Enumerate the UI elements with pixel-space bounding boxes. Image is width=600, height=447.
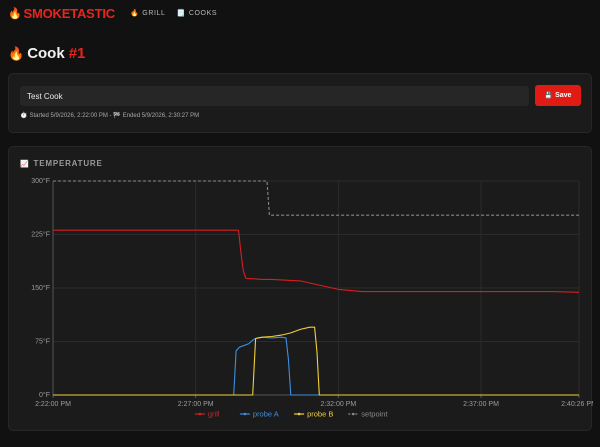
legend-label: probe A [253,410,279,419]
brand-logo[interactable]: 🔥 SMOKETASTIC [8,6,115,21]
legend-marker [352,412,355,416]
nav-cooks[interactable]: 🗒️ COOKS [176,9,218,18]
nav-grill-label: GRILL [142,9,166,17]
save-button[interactable]: 💾 Save [535,85,581,106]
x-tick-label: 2:37:00 PM [463,401,499,408]
cook-details-card: 💾 Save ⏱️ Started 5/9/2026, 2:22:00 PM -… [8,73,592,133]
ended-text: Ended 5/9/2026, 2:30:27 PM [122,112,200,119]
flame-icon: 🔥 [8,7,22,20]
clock-icon: ⏱️ [20,113,28,119]
legend-marker [198,412,202,416]
y-tick-label: 300°F [31,177,50,185]
nav-cooks-label: COOKS [188,9,218,17]
cook-number: #1 [68,45,86,62]
started-text: Started 5/9/2026, 2:22:00 PM [29,112,108,119]
x-tick-label: 2:40:26 PM [561,401,593,408]
floppy-disk-icon: 💾 [544,93,553,99]
nav-grill[interactable]: 🔥 GRILL [129,9,166,18]
legend-marker [243,412,247,416]
page-title: 🔥 Cook #1 [8,45,85,62]
page-title-text: Cook [27,45,65,62]
flame-icon: 🔥 [129,10,140,17]
top-bar: 🔥 SMOKETASTIC 🔥 GRILL 🗒️ COOKS [0,0,600,26]
legend-label: probe B [307,410,333,419]
cook-name-input[interactable] [20,86,529,106]
y-tick-label: 0°F [39,391,50,399]
y-tick-label: 225°F [31,231,50,239]
legend-label: grill [208,410,220,419]
legend-label: setpoint [361,410,388,419]
y-tick-label: 150°F [31,284,50,292]
x-tick-label: 2:22:00 PM [35,401,71,408]
series-line-probe-b [53,326,579,396]
save-button-label: Save [555,92,572,99]
brand-name: SMOKETASTIC [23,5,116,21]
flame-icon: 🔥 [8,45,25,61]
finish-flag-icon: 🏁 [113,113,121,119]
legend-marker [297,412,301,416]
y-tick-label: 75°F [35,338,50,346]
x-tick-label: 2:27:00 PM [178,401,214,408]
cook-timestamps: ⏱️ Started 5/9/2026, 2:22:00 PM - 🏁 Ende… [20,112,200,120]
series-line-grill [53,229,580,293]
temperature-chart: 0°F 75°F 150°F 225°F 300°F 2:22:00 PM 2:27:00 … [31,177,593,419]
notepad-icon: 🗒️ [176,10,186,17]
x-tick-label: 2:32:00 PM [320,401,356,408]
series-line-setpoint [53,180,579,216]
temperature-card: 📈 TEMPERATURE 0°F 75°F 150°F 225°F 300°F 2:22… [8,146,593,431]
